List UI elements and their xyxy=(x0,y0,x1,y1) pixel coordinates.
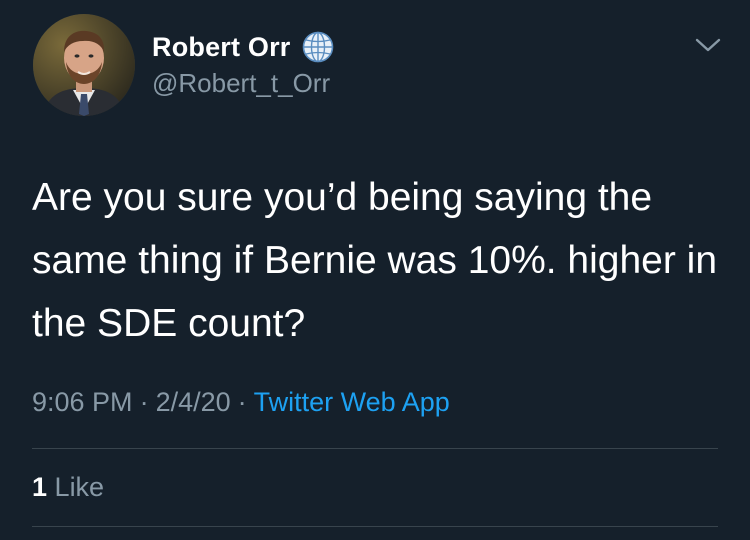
likes-count: 1 xyxy=(32,472,48,502)
likes-link[interactable]: 1 Like xyxy=(32,472,104,503)
author-handle[interactable]: @Robert_t_Orr xyxy=(152,68,330,99)
author-display-name[interactable]: Robert Orr xyxy=(152,32,291,63)
divider xyxy=(32,526,718,527)
avatar-image xyxy=(33,14,135,116)
divider xyxy=(32,448,718,449)
tweet-date[interactable]: 2/4/20 xyxy=(156,387,231,417)
meta-separator: · xyxy=(237,387,247,417)
tweet-source-link[interactable]: Twitter Web App xyxy=(254,387,450,417)
avatar[interactable] xyxy=(33,14,135,116)
tweet-text: Are you sure you’d being saying the same… xyxy=(32,176,718,345)
globe-icon xyxy=(301,30,335,64)
author-name-row: Robert Orr xyxy=(152,30,335,64)
meta-separator: · xyxy=(139,387,149,417)
chevron-down-icon[interactable] xyxy=(693,34,723,56)
tweet-time[interactable]: 9:06 PM xyxy=(32,387,133,417)
tweet-meta: 9:06 PM · 2/4/20 · Twitter Web App xyxy=(32,387,450,418)
likes-label: Like xyxy=(54,472,105,502)
tweet-card: Robert Orr @Robert_t_Orr Are you sure yo… xyxy=(0,0,750,540)
